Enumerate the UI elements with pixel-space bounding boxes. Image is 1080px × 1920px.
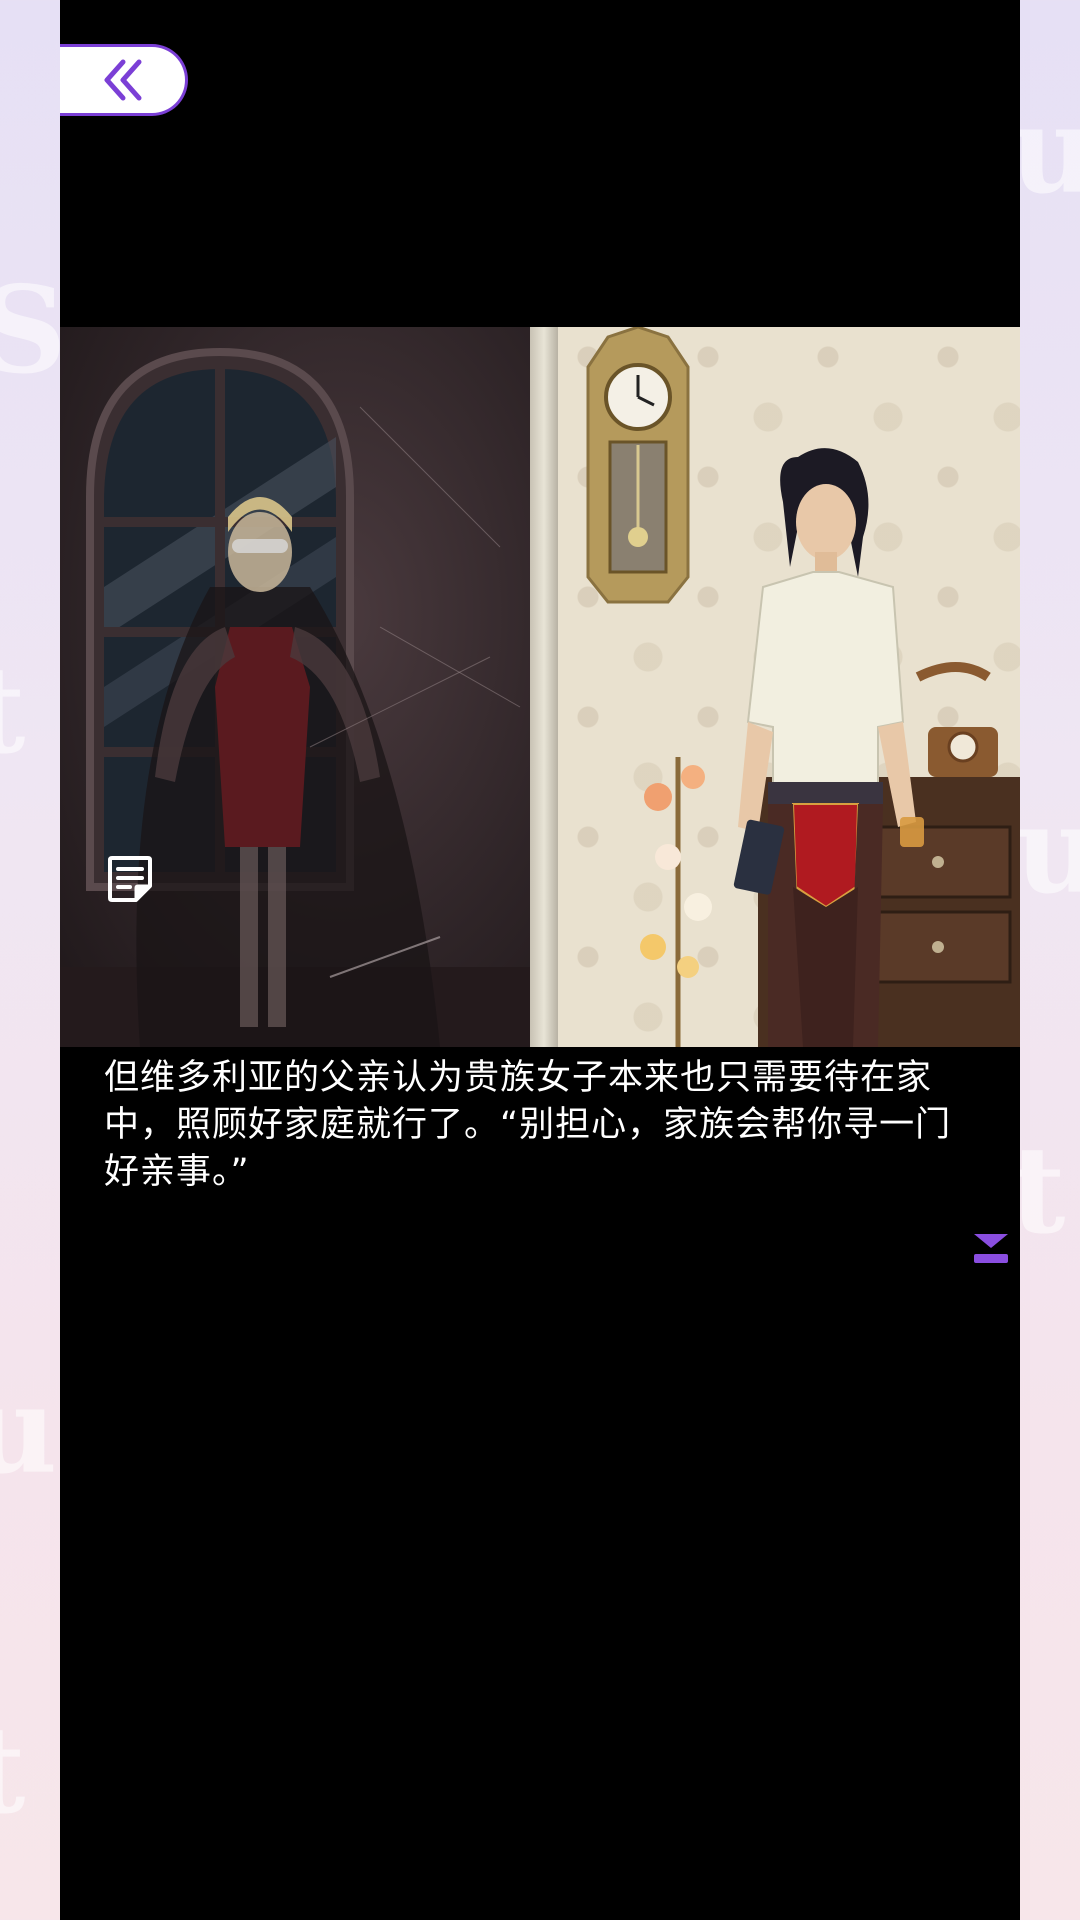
game-stage[interactable]: 但维多利亚的父亲认为贵族女子本来也只需要待在家中，照顾好家庭就行了。“别担心，家… [60,0,1020,1920]
dialogue-log-button[interactable] [104,852,156,904]
dialogue-text: 但维多利亚的父亲认为贵族女子本来也只需要待在家中，照顾好家庭就行了。“别担心，家… [104,1058,952,1192]
window-woman-illustration [60,347,530,1047]
story-scene-illustration [60,327,1020,1047]
side-watermark: t [0,1700,25,1841]
scene-left-panel [60,327,530,1047]
flowers-illustration [640,757,712,1047]
side-watermark: u [0,1360,58,1501]
wall-clock-illustration [586,327,690,604]
side-watermark: t [0,640,25,781]
double-chevron-left-icon [104,59,141,101]
side-watermark: u [1010,80,1080,221]
back-button[interactable] [60,44,188,116]
telephone-illustration [915,662,998,777]
side-watermark: u [1015,780,1080,921]
man-room-illustration [586,327,1020,1047]
scene-panel-divider [530,327,558,1047]
double-chevron-down-icon [974,1234,1008,1263]
scene-right-panel [558,327,1020,1047]
next-dialogue-button[interactable] [972,1232,1010,1266]
dialogue-log-icon [108,856,152,902]
side-watermark: S [0,260,67,401]
